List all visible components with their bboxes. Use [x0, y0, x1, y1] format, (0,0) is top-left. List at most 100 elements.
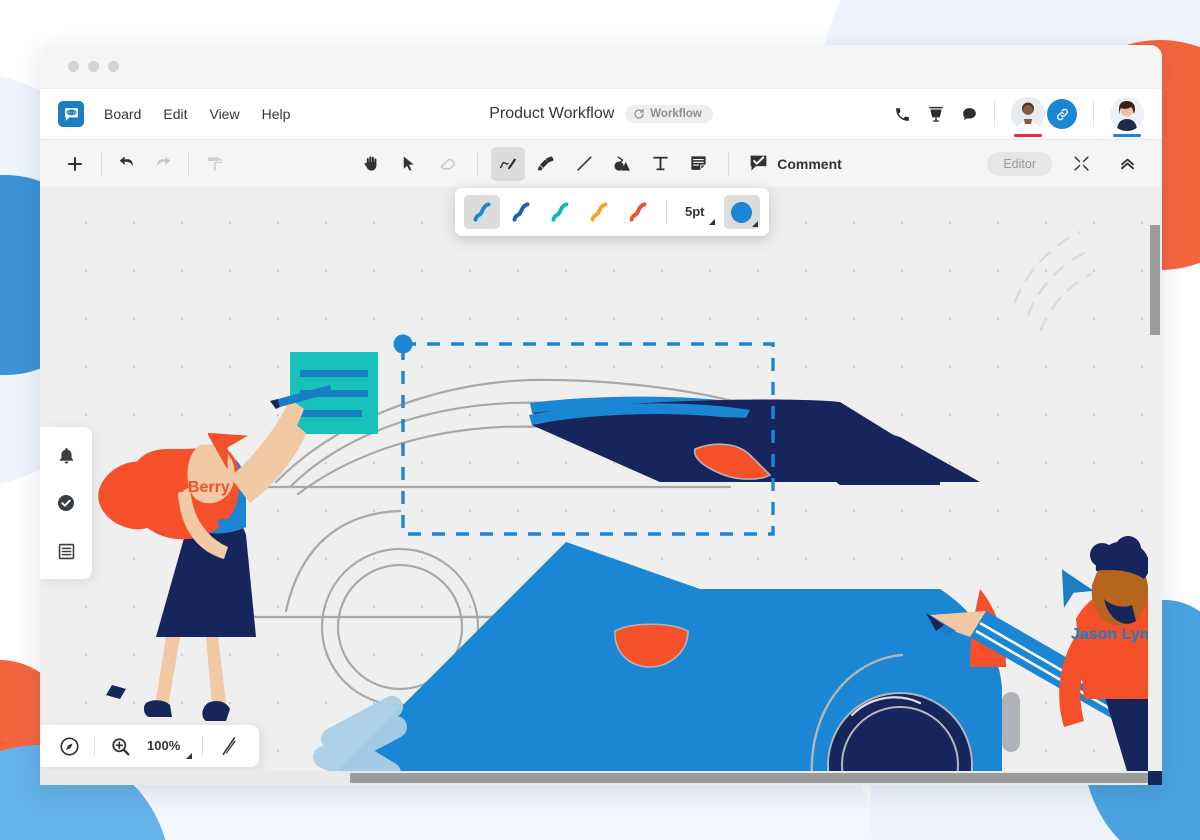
dropdown-corner-icon — [708, 218, 715, 225]
menu-item-help[interactable]: Help — [262, 106, 291, 122]
divider — [666, 199, 667, 225]
zoom-level-button[interactable]: 100% — [139, 732, 194, 761]
presentation-mode-button[interactable] — [211, 729, 245, 763]
horizontal-scrollbar-thumb[interactable] — [350, 773, 1148, 783]
stroke-swatch-orange[interactable] — [581, 195, 617, 229]
presence-underline — [1014, 133, 1042, 137]
add-button[interactable] — [58, 147, 92, 181]
cursor-arrow-icon — [206, 432, 248, 470]
workflow-badge-label: Workflow — [650, 108, 702, 120]
text-tool[interactable] — [643, 147, 677, 181]
line-tool[interactable] — [567, 147, 601, 181]
stroke-swatch-teal[interactable] — [542, 195, 578, 229]
divider — [101, 151, 102, 176]
sticky-note-line — [300, 390, 368, 397]
sticky-note-line — [300, 410, 362, 417]
hand-tool[interactable] — [354, 147, 388, 181]
workflow-loop-icon — [634, 108, 644, 119]
divider — [477, 151, 479, 176]
window-minimize-button[interactable] — [88, 61, 99, 72]
sticky-note[interactable] — [290, 352, 378, 434]
stroke-swatch-red[interactable] — [620, 195, 656, 229]
stroke-size-button[interactable]: 5pt — [677, 198, 717, 227]
car — [336, 403, 1020, 785]
zoom-in-button[interactable] — [103, 729, 137, 763]
stroke-size-label: 5pt — [685, 203, 705, 219]
workflow-badge[interactable]: Workflow — [625, 105, 713, 123]
link-icon — [1056, 108, 1068, 120]
screen-root: Board Edit View Help Product Workflow Wo… — [0, 0, 1200, 840]
collapse-toolbar-button[interactable] — [1110, 147, 1144, 181]
participant-avatar-1[interactable] — [1011, 97, 1045, 137]
bell-icon — [59, 447, 73, 464]
participant-avatar-2[interactable] — [1110, 97, 1144, 137]
presence-underline — [1113, 133, 1141, 137]
dropdown-corner-icon — [751, 221, 758, 227]
outline-button[interactable] — [50, 535, 82, 567]
divider — [188, 151, 189, 176]
whiteboard-canvas[interactable]: Julia Berry Jason Lyn 100% — [40, 187, 1162, 785]
cursor-label-julia-berry: Julia Berry — [147, 479, 230, 496]
divider — [94, 736, 95, 756]
notifications-button[interactable] — [50, 439, 82, 471]
pen-slash-icon — [222, 736, 236, 756]
zoom-toolbar: 100% — [40, 725, 260, 767]
dropdown-corner-icon — [186, 752, 193, 759]
list-icon — [58, 543, 74, 559]
phone-icon[interactable] — [894, 106, 911, 123]
stroke-color-button[interactable] — [723, 195, 760, 229]
check-circle-icon — [58, 495, 74, 511]
vertical-scrollbar-thumb[interactable] — [1150, 225, 1160, 335]
fullscreen-button[interactable] — [1064, 147, 1098, 181]
compass-icon — [59, 736, 79, 756]
stroke-swatch-dark-blue[interactable] — [503, 195, 539, 229]
divider — [728, 151, 730, 176]
video-screen-icon[interactable] — [927, 105, 945, 123]
horizontal-scrollbar[interactable] — [40, 771, 1148, 785]
canvas-side-panel — [40, 427, 92, 579]
menu-items: Board Edit View Help — [104, 106, 290, 122]
navigator-button[interactable] — [52, 729, 86, 763]
app-logo-icon[interactable] — [58, 101, 84, 127]
page-title: Product Workflow — [489, 105, 615, 122]
share-link-button[interactable] — [1047, 99, 1077, 129]
eraser-tool[interactable] — [430, 147, 464, 181]
cursor-arrow-icon — [1061, 569, 1094, 608]
cursor-label-jason-lyn: Jason Lyn — [1071, 626, 1150, 643]
menu-item-board[interactable]: Board — [104, 106, 141, 122]
vertical-scrollbar[interactable] — [1148, 187, 1162, 771]
format-painter-button[interactable] — [198, 147, 232, 181]
select-tool[interactable] — [392, 147, 426, 181]
main-toolbar: Comment Editor 5pt — [40, 139, 1162, 236]
undo-button[interactable] — [111, 147, 145, 181]
comment-check-icon — [750, 155, 767, 171]
menu-item-view[interactable]: View — [209, 106, 239, 122]
avatar — [1011, 97, 1045, 131]
comment-button[interactable]: Comment — [742, 153, 848, 174]
divider — [994, 101, 995, 127]
stroke-swatch-light-blue[interactable] — [464, 195, 500, 229]
menu-item-edit[interactable]: Edit — [163, 106, 187, 122]
tasks-button[interactable] — [50, 487, 82, 519]
toolbar-right: Editor — [987, 147, 1144, 181]
app-window: Board Edit View Help Product Workflow Wo… — [40, 45, 1162, 785]
sticky-note-line — [300, 370, 368, 377]
highlighter-tool[interactable] — [529, 147, 563, 181]
comment-label: Comment — [777, 155, 842, 172]
sticky-note-tool[interactable] — [681, 147, 715, 181]
chat-bubble-icon[interactable] — [961, 106, 978, 123]
window-maximize-button[interactable] — [108, 61, 119, 72]
window-close-button[interactable] — [68, 61, 79, 72]
window-titlebar — [40, 45, 1162, 89]
magnifier-plus-icon — [111, 737, 130, 756]
pen-tool[interactable] — [491, 146, 526, 181]
role-badge-editor[interactable]: Editor — [987, 151, 1052, 176]
pen-options-popover: 5pt — [455, 188, 769, 236]
menu-bar-right — [894, 97, 1144, 137]
redo-button[interactable] — [145, 147, 179, 181]
avatar — [1110, 97, 1144, 131]
menu-bar: Board Edit View Help Product Workflow Wo… — [40, 89, 1162, 139]
shapes-tool[interactable] — [605, 147, 639, 181]
cursor-jason-lyn — [1052, 567, 1098, 618]
cursor-julia-berry — [206, 427, 254, 478]
